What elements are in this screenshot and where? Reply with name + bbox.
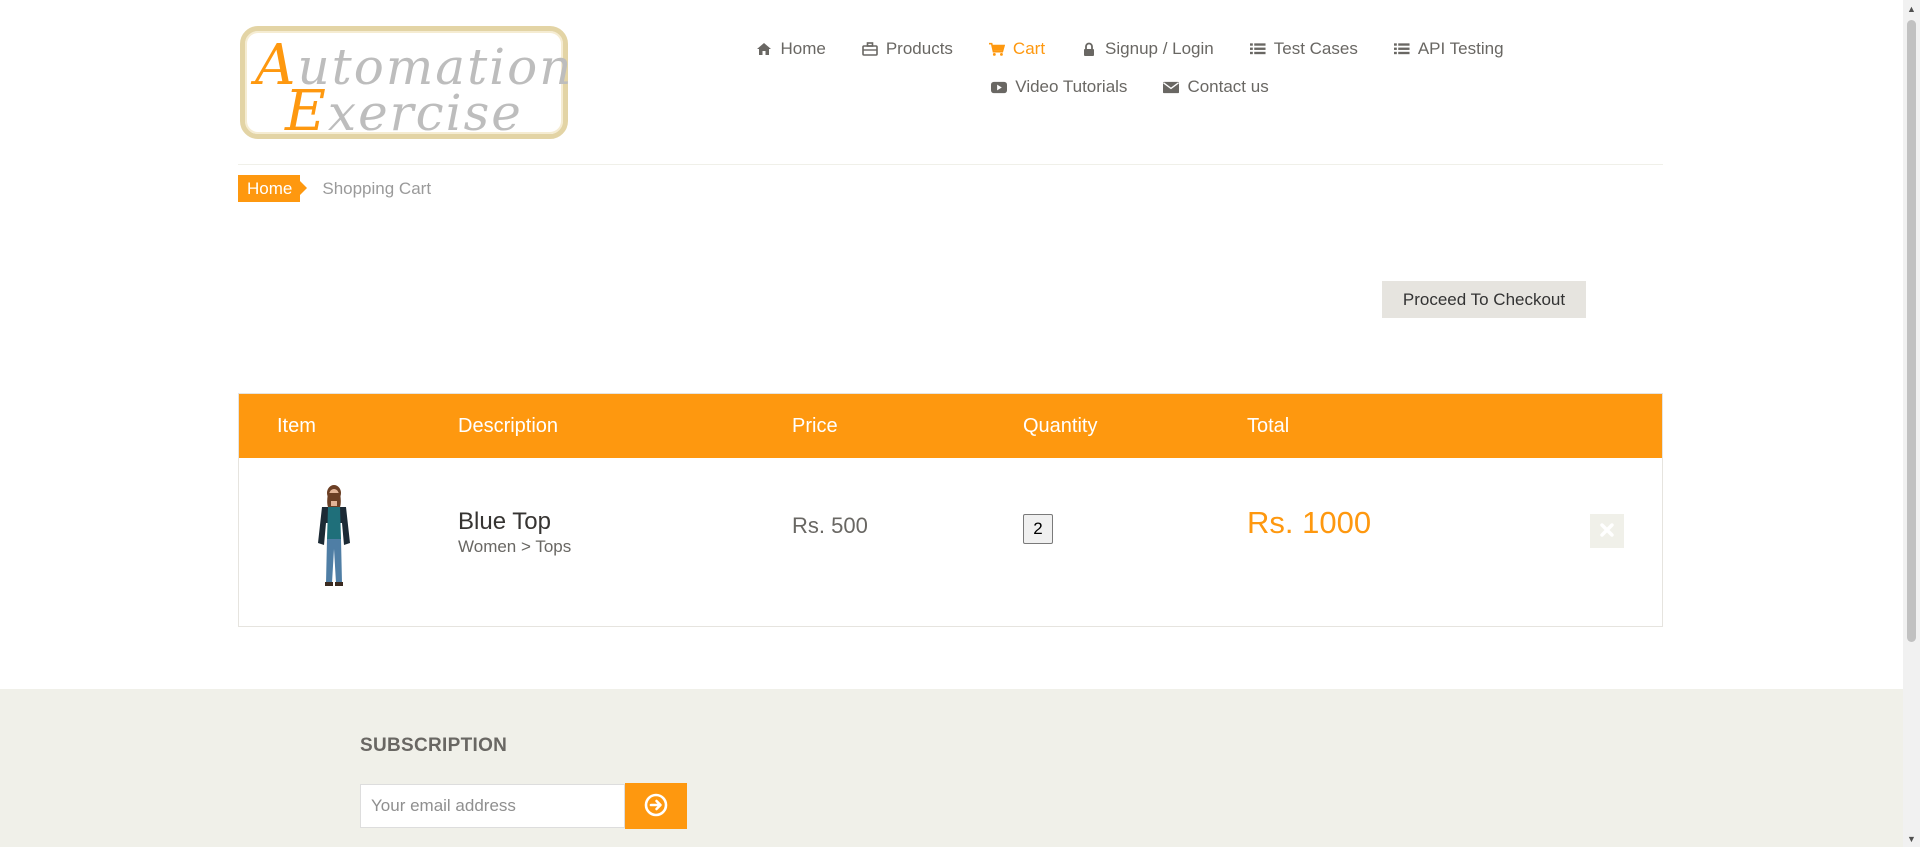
product-total: Rs. 1000 bbox=[1247, 505, 1372, 540]
envelope-icon bbox=[1163, 79, 1180, 95]
header-item: Item bbox=[277, 415, 316, 437]
footer: SUBSCRIPTION bbox=[0, 689, 1903, 847]
scroll-down-icon[interactable]: ▼ bbox=[1903, 830, 1920, 847]
subscribe-email-input[interactable] bbox=[360, 784, 625, 828]
nav-signup-login[interactable]: Signup / Login bbox=[1063, 36, 1232, 62]
header-price: Price bbox=[792, 415, 838, 437]
page-scrollbar[interactable]: ▲ ▼ bbox=[1903, 0, 1920, 847]
cart-table-header: Item Description Price Quantity Total bbox=[239, 394, 1662, 458]
logo-line-2: Exercise bbox=[285, 79, 523, 144]
briefcase-icon bbox=[862, 41, 878, 57]
list-icon bbox=[1393, 41, 1410, 57]
scroll-up-icon[interactable]: ▲ bbox=[1903, 0, 1920, 17]
product-category: Women > Tops bbox=[458, 537, 572, 556]
nav-signup-login-label: Signup / Login bbox=[1105, 39, 1214, 58]
nav-api-testing-label: API Testing bbox=[1417, 39, 1504, 58]
subscribe-button[interactable] bbox=[625, 783, 687, 829]
nav-video-tutorials[interactable]: Video Tutorials bbox=[973, 74, 1145, 100]
proceed-to-checkout-button[interactable]: Proceed To Checkout bbox=[1382, 281, 1586, 318]
subscription-title: SUBSCRIPTION bbox=[360, 735, 508, 756]
nav-video-tutorials-label: Video Tutorials bbox=[1015, 77, 1128, 96]
header-description: Description bbox=[458, 415, 559, 437]
nav-contact-us-label: Contact us bbox=[1187, 77, 1269, 96]
close-icon bbox=[1600, 520, 1614, 543]
nav-home-label: Home bbox=[780, 39, 826, 58]
product-image[interactable] bbox=[304, 483, 364, 588]
delete-item-button[interactable] bbox=[1590, 514, 1624, 548]
product-price: Rs. 500 bbox=[792, 513, 868, 538]
nav-products-label: Products bbox=[885, 39, 953, 58]
nav-cart-label: Cart bbox=[1012, 39, 1046, 58]
cart-table: Item Description Price Quantity Total Bl… bbox=[238, 393, 1663, 627]
header-quantity: Quantity bbox=[1023, 415, 1098, 437]
breadcrumb-current: Shopping Cart bbox=[322, 178, 432, 198]
main-nav: Home Products Cart Signup / Login Test C… bbox=[680, 36, 1580, 112]
breadcrumb-home[interactable]: Home bbox=[238, 175, 308, 202]
scroll-thumb[interactable] bbox=[1907, 20, 1916, 642]
site-logo[interactable]: Automation Exercise bbox=[240, 26, 571, 144]
nav-products[interactable]: Products bbox=[844, 36, 971, 62]
nav-test-cases-label: Test Cases bbox=[1273, 39, 1358, 58]
product-quantity: 2 bbox=[1023, 514, 1053, 544]
home-icon bbox=[756, 41, 772, 57]
site-header: Automation Exercise Home Products Cart S… bbox=[0, 0, 1903, 165]
product-name-link[interactable]: Blue Top bbox=[458, 508, 551, 536]
nav-test-cases[interactable]: Test Cases bbox=[1232, 36, 1376, 62]
nav-home[interactable]: Home bbox=[738, 36, 843, 62]
nav-contact-us[interactable]: Contact us bbox=[1145, 74, 1286, 100]
arrow-circle-right-icon bbox=[644, 793, 668, 820]
list-icon bbox=[1249, 41, 1266, 57]
table-row: Blue Top Women > Tops Rs. 500 2 Rs. 1000 bbox=[239, 458, 1662, 627]
header-divider bbox=[238, 164, 1663, 165]
lock-icon bbox=[1081, 41, 1097, 57]
breadcrumb: Home Shopping Cart bbox=[238, 175, 431, 202]
nav-cart[interactable]: Cart bbox=[971, 36, 1063, 62]
nav-api-testing[interactable]: API Testing bbox=[1376, 36, 1522, 62]
cart-icon bbox=[988, 41, 1005, 57]
youtube-icon bbox=[991, 79, 1008, 95]
header-total: Total bbox=[1247, 415, 1290, 437]
